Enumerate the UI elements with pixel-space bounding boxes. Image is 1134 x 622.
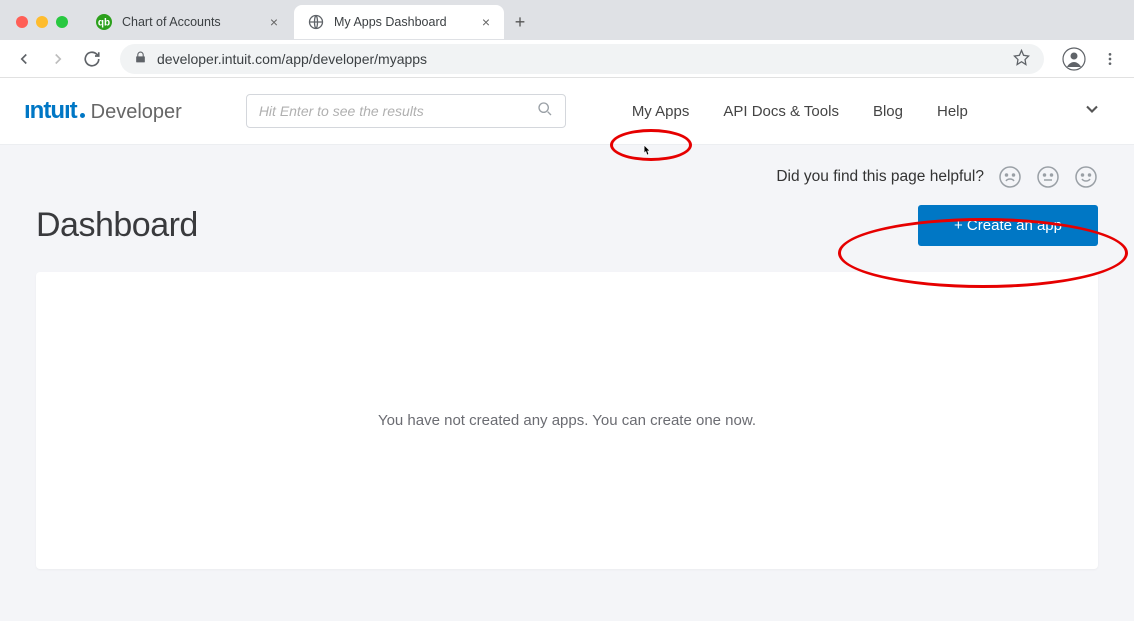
nav-api-docs[interactable]: API Docs & Tools [723, 103, 839, 120]
browser-tab-inactive[interactable]: qb Chart of Accounts × [82, 5, 292, 39]
tab-title: Chart of Accounts [122, 15, 260, 29]
maximize-window-button[interactable] [56, 16, 68, 28]
browser-toolbar: developer.intuit.com/app/developer/myapp… [0, 40, 1134, 78]
logo-sub: Developer [91, 101, 182, 124]
empty-state-panel: You have not created any apps. You can c… [36, 272, 1098, 569]
close-tab-icon[interactable]: × [482, 14, 490, 30]
site-header: ıntuıt Developer My Apps API Docs & Tool… [0, 78, 1134, 145]
logo-brand: ıntuıt [24, 97, 77, 125]
feedback-row: Did you find this page helpful? [36, 165, 1098, 189]
nav-blog[interactable]: Blog [873, 103, 903, 120]
create-app-button[interactable]: + Create an app [918, 205, 1098, 246]
lock-icon [134, 51, 147, 67]
face-neutral-icon[interactable] [1036, 165, 1060, 189]
url-text: developer.intuit.com/app/developer/myapp… [157, 51, 1003, 67]
empty-state-text: You have not created any apps. You can c… [378, 412, 756, 429]
feedback-prompt: Did you find this page helpful? [776, 168, 984, 186]
face-happy-icon[interactable] [1074, 165, 1098, 189]
address-bar[interactable]: developer.intuit.com/app/developer/myapp… [120, 44, 1044, 74]
header-nav: My Apps API Docs & Tools Blog Help [632, 103, 968, 120]
page-content: Did you find this page helpful? Dashboar… [0, 145, 1134, 621]
browser-chrome: qb Chart of Accounts × My Apps Dashboard… [0, 0, 1134, 78]
reload-button[interactable] [80, 47, 104, 71]
close-tab-icon[interactable]: × [270, 14, 278, 30]
tab-title: My Apps Dashboard [334, 15, 472, 29]
browser-tab-active[interactable]: My Apps Dashboard × [294, 5, 504, 39]
dashboard-header-row: Dashboard + Create an app [36, 205, 1098, 246]
tab-bar: qb Chart of Accounts × My Apps Dashboard… [0, 0, 1134, 40]
back-button[interactable] [12, 47, 36, 71]
bookmark-star-icon[interactable] [1013, 49, 1030, 69]
header-search[interactable] [246, 94, 566, 128]
search-input[interactable] [259, 103, 537, 119]
forward-button[interactable] [46, 47, 70, 71]
account-dropdown[interactable] [1082, 99, 1110, 124]
nav-help[interactable]: Help [937, 103, 968, 120]
nav-my-apps[interactable]: My Apps [632, 103, 690, 120]
logo-dot-icon [80, 113, 85, 118]
face-sad-icon[interactable] [998, 165, 1022, 189]
svg-text:qb: qb [98, 18, 110, 29]
window-controls [8, 16, 80, 28]
minimize-window-button[interactable] [36, 16, 48, 28]
browser-menu-icon[interactable] [1098, 47, 1122, 71]
search-icon[interactable] [537, 101, 553, 122]
profile-avatar-icon[interactable] [1060, 45, 1088, 73]
new-tab-button[interactable]: + [506, 8, 534, 36]
close-window-button[interactable] [16, 16, 28, 28]
intuit-developer-logo[interactable]: ıntuıt Developer [24, 97, 182, 125]
qb-favicon: qb [96, 14, 112, 30]
globe-favicon [308, 14, 324, 30]
page-title: Dashboard [36, 206, 198, 245]
